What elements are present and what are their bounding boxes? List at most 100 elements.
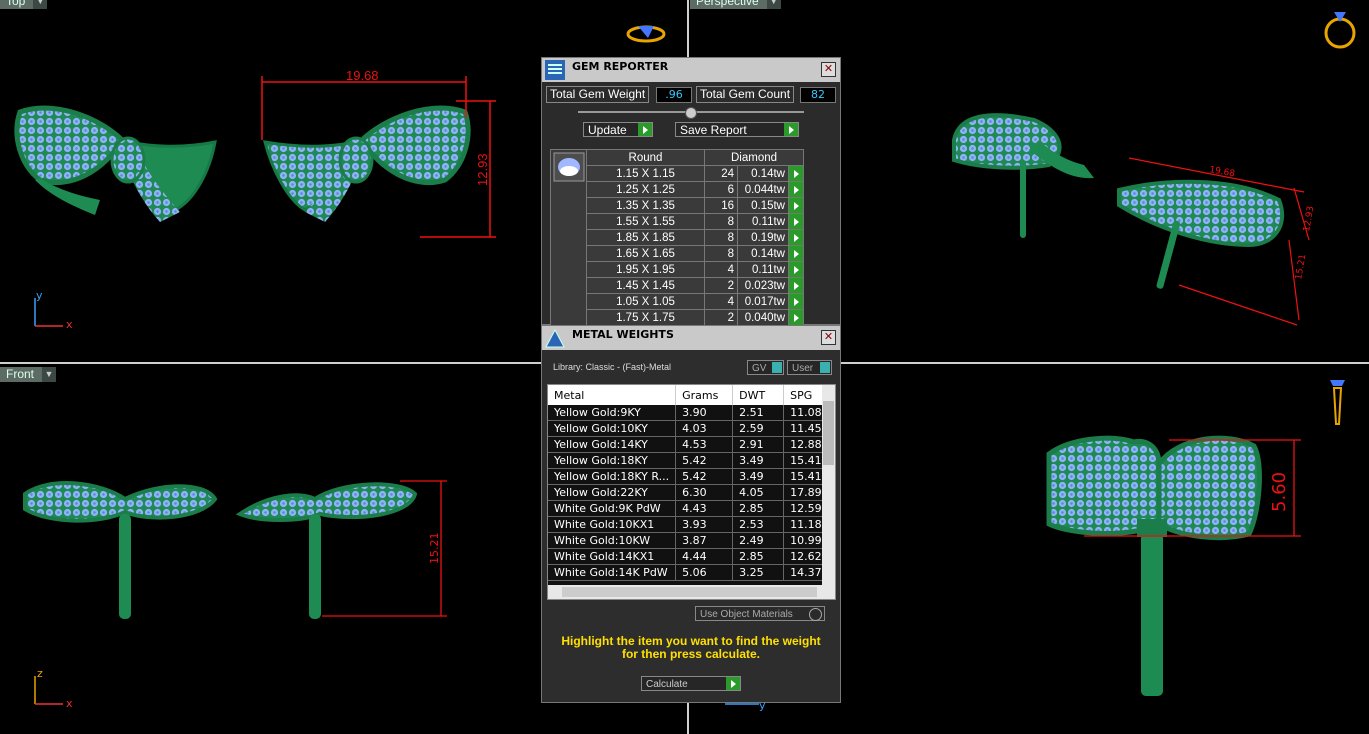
round-gem-icon[interactable] bbox=[553, 152, 585, 182]
metal-name: Yellow Gold:14KY bbox=[548, 436, 677, 453]
axis-x-label: x bbox=[66, 697, 73, 710]
gem-size: 1.95 X 1.95 bbox=[586, 261, 705, 278]
gem-count: 4 bbox=[704, 293, 738, 310]
metal-col-grams[interactable]: Grams bbox=[675, 385, 734, 405]
earring-icon[interactable] bbox=[1330, 380, 1345, 425]
persp-dim-a: 12.93 bbox=[1302, 205, 1316, 232]
gem-size: 1.65 X 1.65 bbox=[586, 245, 705, 262]
bow-closeup bbox=[1046, 435, 1262, 696]
gem-table: Round Diamond 1.15 X 1.15 24 0.14tw 1.25 X… bbox=[586, 149, 804, 326]
table-row[interactable]: 1.15 X 1.15 24 0.14tw bbox=[586, 165, 804, 182]
play-icon[interactable] bbox=[788, 213, 804, 230]
use-object-materials-label: Use Object Materials bbox=[700, 609, 793, 620]
table-row[interactable]: Yellow Gold:18KY R... 5.42 3.49 15.41 bbox=[548, 468, 829, 485]
metal-dwt: 2.59 bbox=[732, 420, 785, 437]
gem-reporter-title: GEM REPORTER bbox=[572, 60, 669, 73]
metal-weights-panel: METAL WEIGHTS ✕ Library: Classic - (Fast… bbox=[541, 325, 841, 703]
table-row[interactable]: 1.85 X 1.85 8 0.19tw bbox=[586, 229, 804, 246]
metal-col-metal[interactable]: Metal bbox=[548, 385, 677, 405]
update-button[interactable]: Update bbox=[583, 122, 653, 137]
hint-line-2: for then press calculate. bbox=[621, 647, 761, 661]
close-icon[interactable]: ✕ bbox=[821, 62, 836, 77]
gem-size: 1.25 X 1.25 bbox=[586, 181, 705, 198]
metal-table-container: Metal Grams DWT SPG Yellow Gold:9KY 3.90 2… bbox=[547, 384, 836, 600]
metal-grams: 4.03 bbox=[675, 420, 734, 437]
play-icon[interactable] bbox=[788, 197, 804, 214]
play-icon[interactable] bbox=[788, 165, 804, 182]
gem-weight: 0.11tw bbox=[737, 213, 789, 230]
table-row[interactable]: 1.25 X 1.25 6 0.044tw bbox=[586, 181, 804, 198]
weight-slider-handle[interactable] bbox=[685, 107, 697, 119]
gem-reporter-titlebar[interactable]: GEM REPORTER ✕ bbox=[542, 58, 840, 82]
metal-dwt: 2.49 bbox=[732, 532, 785, 549]
play-icon[interactable] bbox=[788, 181, 804, 198]
metal-weights-titlebar[interactable]: METAL WEIGHTS ✕ bbox=[542, 326, 840, 350]
calculate-button-label: Calculate bbox=[646, 679, 688, 690]
total-gem-count-label: Total Gem Count bbox=[696, 86, 795, 103]
gem-count: 8 bbox=[704, 245, 738, 262]
table-row[interactable]: Yellow Gold:22KY 6.30 4.05 17.89 bbox=[548, 484, 829, 501]
table-row[interactable]: White Gold:10KW 3.87 2.49 10.99 bbox=[548, 532, 829, 549]
metal-dwt: 3.25 bbox=[732, 564, 785, 581]
metal-grams: 4.43 bbox=[675, 500, 734, 517]
table-row[interactable]: White Gold:9K PdW 4.43 2.85 12.59 bbox=[548, 500, 829, 517]
user-toggle[interactable]: User bbox=[787, 360, 832, 375]
gem-weight: 0.023tw bbox=[737, 277, 789, 294]
metal-grams: 3.87 bbox=[675, 532, 734, 549]
table-row[interactable]: Yellow Gold:10KY 4.03 2.59 11.45 bbox=[548, 420, 829, 437]
table-row[interactable]: 1.55 X 1.55 8 0.11tw bbox=[586, 213, 804, 230]
table-row[interactable]: 1.35 X 1.35 16 0.15tw bbox=[586, 197, 804, 214]
vertical-scrollbar[interactable] bbox=[822, 385, 835, 585]
play-icon[interactable] bbox=[788, 245, 804, 262]
metal-name: Yellow Gold:18KY R... bbox=[548, 468, 677, 485]
scrollbar-thumb[interactable] bbox=[823, 401, 834, 465]
metal-grams: 5.06 bbox=[675, 564, 734, 581]
dim-top-width: 19.68 bbox=[346, 68, 379, 83]
play-icon bbox=[638, 123, 652, 136]
horizontal-scrollbar[interactable] bbox=[548, 585, 835, 599]
ring-icon[interactable] bbox=[1324, 12, 1356, 49]
total-gem-weight-value: .96 bbox=[656, 87, 692, 103]
metal-dwt: 4.05 bbox=[732, 484, 785, 501]
metal-grams: 5.42 bbox=[675, 468, 734, 485]
metal-dwt: 2.51 bbox=[732, 405, 785, 421]
gem-size: 1.15 X 1.15 bbox=[586, 165, 705, 182]
gem-count: 24 bbox=[704, 165, 738, 182]
calculate-button[interactable]: Calculate bbox=[641, 676, 741, 691]
table-row[interactable]: Yellow Gold:9KY 3.90 2.51 11.08 bbox=[548, 405, 829, 421]
table-row[interactable]: Yellow Gold:18KY 5.42 3.49 15.41 bbox=[548, 452, 829, 469]
table-row[interactable]: 1.95 X 1.95 4 0.11tw bbox=[586, 261, 804, 278]
axis-x-label: x bbox=[66, 318, 73, 331]
use-object-materials-dropdown[interactable]: Use Object Materials bbox=[695, 606, 825, 621]
metal-dwt: 3.49 bbox=[732, 468, 785, 485]
axis-z-label: z bbox=[37, 667, 43, 680]
table-row[interactable]: 1.45 X 1.45 2 0.023tw bbox=[586, 277, 804, 294]
table-row[interactable]: 1.75 X 1.75 2 0.040tw bbox=[586, 309, 804, 326]
gem-count: 6 bbox=[704, 181, 738, 198]
gem-weight: 0.15tw bbox=[737, 197, 789, 214]
play-icon[interactable] bbox=[788, 277, 804, 294]
save-report-button[interactable]: Save Report bbox=[675, 122, 799, 137]
play-icon[interactable] bbox=[788, 261, 804, 278]
table-row[interactable]: Yellow Gold:14KY 4.53 2.91 12.88 bbox=[548, 436, 829, 453]
table-row[interactable]: 1.65 X 1.65 8 0.14tw bbox=[586, 245, 804, 262]
play-icon[interactable] bbox=[788, 309, 804, 326]
front-bow-left bbox=[23, 481, 218, 619]
scrollbar-thumb[interactable] bbox=[562, 587, 817, 597]
gem-weight: 0.040tw bbox=[737, 309, 789, 326]
table-row[interactable]: White Gold:10KX1 3.93 2.53 11.18 bbox=[548, 516, 829, 533]
metal-col-dwt[interactable]: DWT bbox=[732, 385, 785, 405]
gv-toggle[interactable]: GV bbox=[747, 360, 784, 375]
dim-top-height: 12.93 bbox=[475, 153, 490, 186]
table-row[interactable]: 1.05 X 1.05 4 0.017tw bbox=[586, 293, 804, 310]
play-icon bbox=[784, 123, 798, 136]
play-icon[interactable] bbox=[788, 229, 804, 246]
play-icon[interactable] bbox=[788, 293, 804, 310]
metal-dwt: 3.49 bbox=[732, 452, 785, 469]
bow-perspective-right bbox=[1117, 179, 1285, 289]
table-row[interactable]: White Gold:14KX1 4.44 2.85 12.62 bbox=[548, 548, 829, 565]
gem-ring-icon[interactable] bbox=[626, 25, 666, 43]
close-icon[interactable]: ✕ bbox=[821, 330, 836, 345]
table-row[interactable]: White Gold:14K PdW 5.06 3.25 14.37 bbox=[548, 564, 829, 581]
gem-size: 1.05 X 1.05 bbox=[586, 293, 705, 310]
